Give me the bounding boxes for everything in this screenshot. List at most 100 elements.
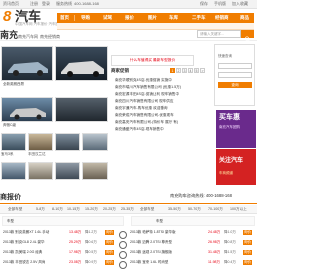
topbar-link-home[interactable]: 资讯首页 [3, 1, 19, 6]
thumb-caption-3[interactable]: 宝马3系 [1, 152, 27, 156]
table-row[interactable]: 2013款 凯美瑞 2.0G 经典 17.98万 降0.5万 询价 [3, 250, 115, 255]
dealer-item[interactable]: 南充高安汽车有限公司-(特价车 展厅 有) [115, 120, 178, 125]
row-model[interactable]: 2013款 迈腾 2.0TSI 尊贵型 [130, 240, 172, 244]
row-model[interactable]: 2013款 别克英朗XT 1.6L 手动 [3, 230, 49, 234]
promo-banner[interactable]: 什么车值得买 最新车型报价 [111, 55, 194, 66]
nav-item-garage[interactable]: 车库 [169, 14, 178, 22]
pager-next[interactable]: > [200, 68, 205, 73]
promo-ad-follow[interactable]: 关注汽车 车商频道 [216, 149, 256, 185]
topbar-link-save[interactable]: 保存 [200, 1, 208, 6]
thumb-image-7[interactable] [55, 46, 108, 81]
table-row[interactable]: 2013款 迈腾 2.0TSI 尊贵型 26.98万 降0.8万 询价 [130, 240, 254, 245]
table-row[interactable]: 2013款 宝来 1.6L 时尚型 11.98万 降0.4万 询价 [130, 260, 254, 265]
promo-ad-buycar[interactable]: 买车惠 南充汽车团购 [216, 110, 256, 148]
tab-right-100plus[interactable]: 100万以上 [230, 206, 247, 212]
thumb-image-1[interactable] [1, 46, 53, 81]
row-inquiry-button[interactable]: 询价 [243, 250, 252, 255]
tab-right-all[interactable]: 全部车型 [140, 206, 154, 212]
thumb-image-2[interactable] [1, 97, 53, 122]
topbar-link-register[interactable]: 注册 [30, 1, 38, 6]
nav-item-guide[interactable]: 导购 [81, 14, 90, 22]
dealer-item[interactable]: 南充荣成汽车销售有限公司-优惠现车 [115, 113, 174, 118]
thumb-caption-1[interactable]: 全新英朗西昂 [3, 82, 53, 86]
series-select[interactable] [218, 72, 252, 78]
thumb-caption-2[interactable]: 奔驰C级 [3, 123, 53, 127]
table-row[interactable]: 2013款 帕萨特 1.8TSI 豪华版 24.48万 降1.0万 询价 [130, 230, 254, 235]
nav-item-testdrive[interactable]: 试驾 [103, 14, 112, 22]
table-row[interactable]: 2013款 别克英朗XT 1.6L 手动 13.48万 降1.2万 询价 [3, 230, 115, 235]
row-price: 26.98万 [208, 240, 221, 244]
nav-item-goods[interactable]: 商品 [240, 14, 249, 22]
row-model[interactable]: 2013款 丰田锐志 2.5V 风尚 [3, 260, 45, 264]
tab-left-all[interactable]: 全部车型 [8, 206, 22, 212]
row-model[interactable]: 2013款 帕萨特 1.8TSI 豪华版 [130, 230, 176, 234]
topbar-link-favorite[interactable]: 加入收藏 [232, 1, 248, 6]
row-model[interactable]: 2013款 途观 2.0TSI 旗舰版 [130, 250, 172, 254]
nav-item-price[interactable]: 报价 [125, 14, 134, 22]
dealer-item[interactable]: 南充华顺别克4S店-优惠促销 实施中 [115, 78, 172, 83]
tab-left-25-35[interactable]: 25-35万 [121, 206, 134, 212]
pager-page-3[interactable]: 3 [182, 68, 187, 73]
row-inquiry-button[interactable]: 询价 [105, 250, 114, 255]
row-inquiry-button[interactable]: 询价 [105, 230, 114, 235]
table-row[interactable]: 2013款 别克GL8 2.4L 豪华 25.29万 降0.6万 询价 [3, 240, 115, 245]
topbar-link-mobile[interactable]: 手机版 [214, 1, 226, 6]
tab-left-8-10[interactable]: 8-10万 [52, 206, 63, 212]
thumb-image-3[interactable] [1, 133, 26, 151]
tab-left-5-8[interactable]: 5-8万 [36, 206, 45, 212]
topbar-link-login[interactable]: 登录 [42, 1, 50, 6]
logo-number[interactable]: 8 [3, 8, 11, 26]
row-inquiry-button[interactable]: 询价 [105, 260, 114, 265]
thumb-image-8[interactable] [55, 97, 108, 122]
query-button[interactable]: 查询 [218, 82, 252, 88]
thumb-image-4[interactable] [28, 133, 53, 151]
tab-right-70-100[interactable]: 70-100万 [208, 206, 223, 212]
city-link-dealers[interactable]: 南充经销商 [40, 34, 60, 39]
search-button[interactable] [241, 30, 254, 42]
nav-item-photos[interactable]: 图片 [148, 14, 157, 22]
topbar-phone: 400-1688-168 [74, 1, 99, 6]
dealer-pager: 1 2 3 4 5 > [170, 68, 210, 74]
pager-page-5[interactable]: 5 [194, 68, 199, 73]
dealer-item[interactable]: 南充通盛汽车4S店-现车销售中 [115, 127, 164, 132]
row-model[interactable]: 2013款 宝来 1.6L 时尚型 [130, 260, 168, 264]
promo-link: 车商频道 [219, 171, 233, 175]
tab-left-20-25[interactable]: 20-25万 [103, 206, 116, 212]
vw-logo-icon [119, 231, 127, 239]
thumb-image-10[interactable] [82, 133, 108, 151]
search-input[interactable]: 请输入关键字... [197, 30, 241, 38]
tab-left-10-15[interactable]: 10-15万 [67, 206, 80, 212]
dealer-item[interactable]: 南充宇通汽车-购车优惠 欢迎垂询 [115, 106, 168, 111]
thumb-caption-4[interactable]: 丰田汉兰达 [28, 152, 54, 156]
row-model[interactable]: 2013款 凯美瑞 2.0G 经典 [3, 250, 42, 254]
thumb-image-6[interactable] [28, 162, 53, 180]
dealer-item[interactable]: 南充宏源丰田4S店-促销让利 现车销售中 [115, 92, 179, 97]
table-row[interactable]: 2013款 途观 2.0TSI 旗舰版 31.48万 降1.5万 询价 [130, 250, 254, 255]
car-icon [10, 108, 46, 120]
row-inquiry-button[interactable]: 询价 [243, 240, 252, 245]
price-panel-left-header: 车型 [2, 216, 124, 226]
nav-item-home[interactable]: 首页 [60, 14, 69, 22]
row-model[interactable]: 2013款 别克GL8 2.4L 豪华 [3, 240, 45, 244]
nav-item-dealer[interactable]: 经销商 [215, 14, 229, 22]
nav-item-usedcar[interactable]: 二手车 [192, 14, 206, 22]
thumb-image-5[interactable] [1, 162, 26, 180]
thumb-image-11[interactable] [55, 162, 80, 180]
tab-right-50-70[interactable]: 50-70万 [188, 206, 201, 212]
city-link-site[interactable]: 南充汽车网 [18, 34, 38, 39]
row-inquiry-button[interactable]: 询价 [105, 240, 114, 245]
table-row[interactable]: 2013款 丰田锐志 2.5V 风尚 23.08万 降0.9万 询价 [3, 260, 115, 265]
dealer-item[interactable]: 南充四川汽车销售有限公司 现车供应 [115, 99, 174, 104]
thumb-image-12[interactable] [82, 162, 108, 180]
row-price: 17.98万 [69, 250, 82, 254]
pager-page-1[interactable]: 1 [170, 68, 175, 73]
pager-page-4[interactable]: 4 [188, 68, 193, 73]
row-inquiry-button[interactable]: 询价 [243, 260, 252, 265]
thumb-image-9[interactable] [55, 133, 80, 151]
tab-right-35-50[interactable]: 35-50万 [168, 206, 181, 212]
pager-page-2[interactable]: 2 [176, 68, 181, 73]
tab-left-15-20[interactable]: 15-20万 [85, 206, 98, 212]
brand-select[interactable] [218, 63, 252, 69]
row-inquiry-button[interactable]: 询价 [243, 230, 252, 235]
dealer-item[interactable]: 南充市瑞川汽车销售有限公司 (优惠1.5万) [115, 85, 181, 90]
